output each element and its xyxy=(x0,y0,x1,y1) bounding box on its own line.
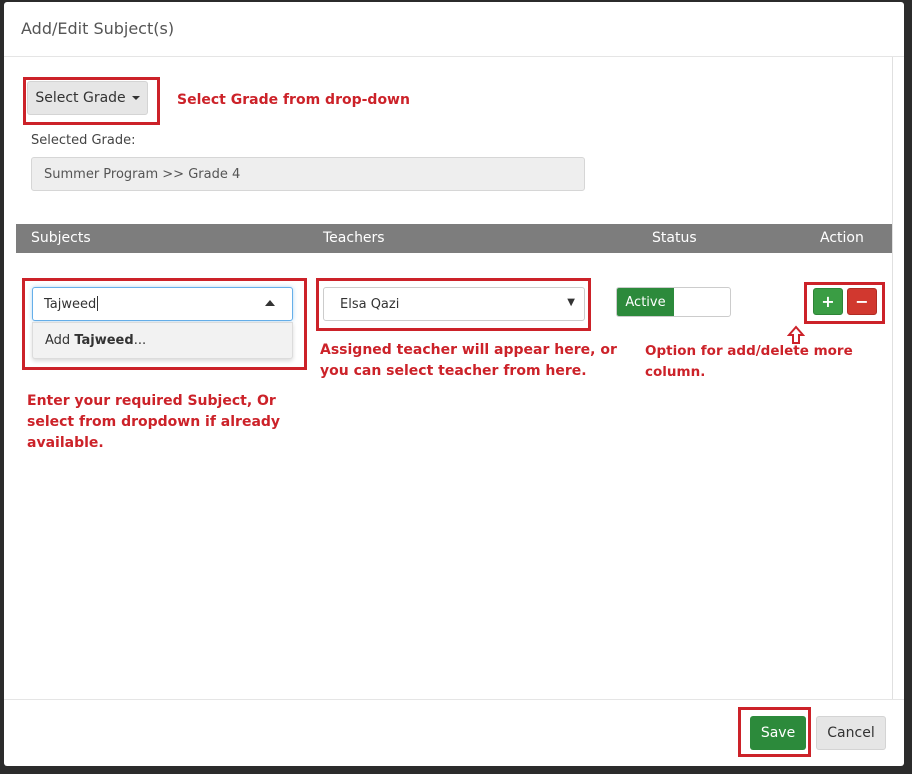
header-status: Status xyxy=(652,230,697,246)
teacher-annotation-box xyxy=(316,278,591,331)
selected-grade-label: Selected Grade: xyxy=(31,133,136,148)
selected-grade-field: Summer Program >> Grade 4 xyxy=(31,157,585,191)
dialog-title: Add/Edit Subject(s) xyxy=(21,19,175,38)
header-action: Action xyxy=(820,230,864,246)
action-annotation-box xyxy=(804,282,885,324)
grade-annotation-box xyxy=(23,77,160,125)
status-active-label: Active xyxy=(617,288,674,316)
subject-annotation-line-3: available. xyxy=(27,435,104,451)
teacher-annotation-text: Assigned teacher will appear here, or yo… xyxy=(320,340,617,382)
save-annotation-box xyxy=(738,707,811,757)
subject-annotation-line-2: select from dropdown if already xyxy=(27,414,281,430)
subject-annotation-text: Enter your required Subject, Or select f… xyxy=(27,391,280,454)
cancel-button[interactable]: Cancel xyxy=(816,716,886,750)
header-teachers: Teachers xyxy=(323,230,385,246)
dialog-header: Add/Edit Subject(s) xyxy=(4,2,904,57)
subjects-table-header: Subjects Teachers Status Action xyxy=(16,224,892,253)
status-toggle[interactable]: Active xyxy=(616,287,731,317)
teacher-annotation-line-1: Assigned teacher will appear here, or xyxy=(320,342,617,358)
action-annotation-text: Option for add/delete more column. xyxy=(645,343,853,380)
subject-annotation-line-1: Enter your required Subject, Or xyxy=(27,393,276,409)
grade-annotation-text: Select Grade from drop-down xyxy=(177,92,410,108)
header-subjects: Subjects xyxy=(31,230,91,246)
subject-annotation-box xyxy=(22,278,307,370)
teacher-annotation-line-2: you can select teacher from here. xyxy=(320,363,587,379)
